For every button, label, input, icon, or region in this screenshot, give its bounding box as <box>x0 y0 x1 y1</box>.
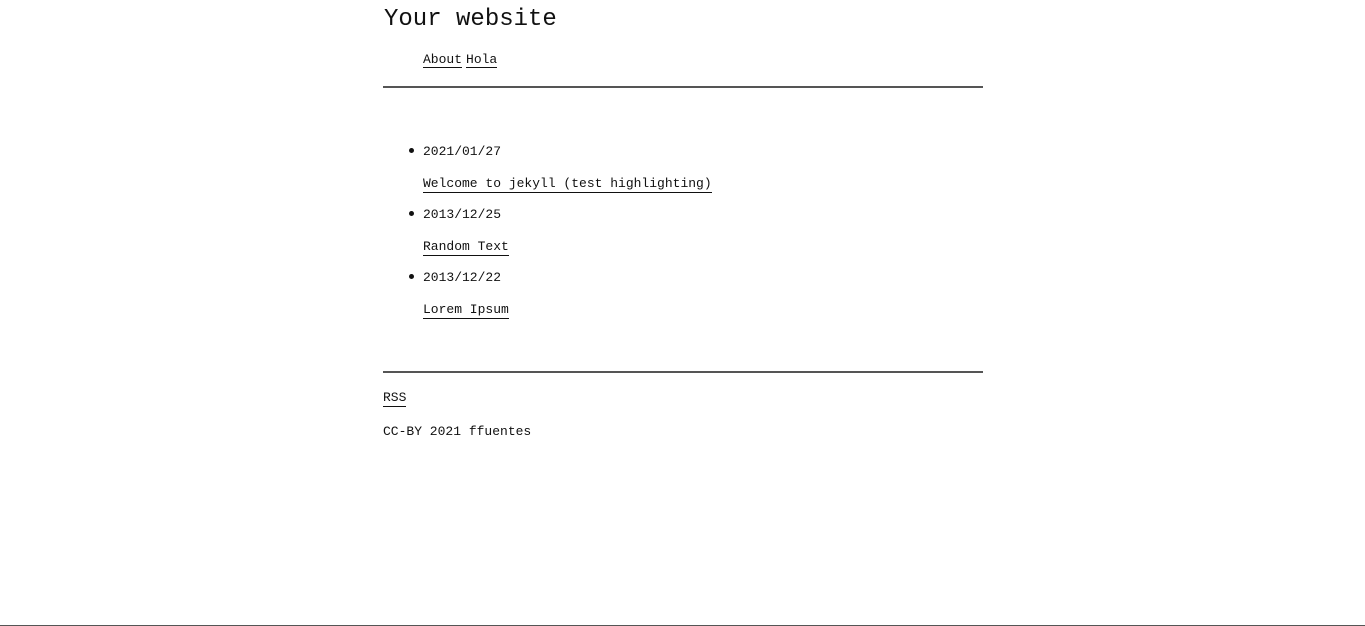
footer-divider <box>383 371 983 373</box>
copyright-text: CC-BY 2021 ffuentes <box>383 424 532 439</box>
rss-link[interactable]: RSS <box>383 390 407 407</box>
post-link[interactable]: Welcome to jekyll (test highlighting) <box>423 176 712 193</box>
bullet <box>409 274 414 279</box>
nav-link-about[interactable]: About <box>423 52 463 68</box>
post-date: 2013/12/25 <box>423 207 502 222</box>
nav-link-hola[interactable]: Hola <box>466 52 498 68</box>
bullet <box>409 148 414 153</box>
bullet <box>409 211 414 216</box>
post-date: 2021/01/27 <box>423 144 502 159</box>
site-title: Your website <box>384 6 557 34</box>
post-item: 2013/12/25 Random Text <box>409 207 923 256</box>
main-nav: About Hola <box>423 52 498 68</box>
site-title-text: Your website <box>384 6 557 33</box>
header-divider <box>383 86 983 88</box>
post-item: 2013/12/22 Lorem Ipsum <box>409 270 923 319</box>
post-item: 2021/01/27 Welcome to jekyll (test highl… <box>409 144 923 193</box>
post-link[interactable]: Random Text <box>423 239 509 256</box>
post-link[interactable]: Lorem Ipsum <box>423 302 509 319</box>
post-date: 2013/12/22 <box>423 270 502 285</box>
